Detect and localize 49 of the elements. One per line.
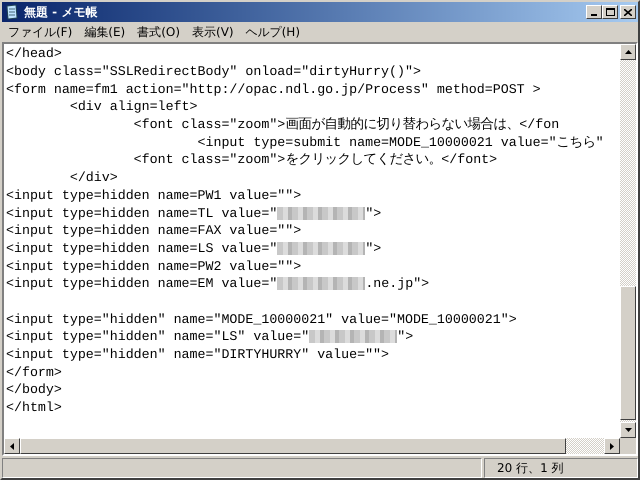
code-text: <input type=hidden name=EM value=" [6,275,278,292]
code-text: <input type=hidden name=PW1 value=""> [6,186,302,204]
code-text: </form> [6,364,62,381]
code-text: </div> [68,169,118,186]
code-text: <font class="zoom">画面が自動的に切り替わらない場合は、</fon [132,116,560,134]
up-arrow-icon [624,50,632,54]
minimize-button[interactable] [586,5,602,19]
menu-item[interactable]: ファイル(F) [2,23,78,41]
code-text: "> [397,328,414,346]
text-area[interactable] [4,44,620,438]
left-arrow-icon [10,442,14,450]
code-text: .ne.jp"> [365,275,430,292]
code-text: <input type="hidden" name="MODE_10000021" value="MODE_10000021"> [6,310,517,328]
close-icon [624,8,632,16]
code-text: <div align=left> [68,98,198,116]
cursor-position: 20 行、1 列 [497,460,564,477]
code-text: <input type=hidden name=PW2 value=""> [6,258,302,275]
code-text: <body class="SSLRedirectBody" onload="dirtyHurry()"> [6,63,421,80]
notepad-icon [4,4,20,20]
code-text: <input type=hidden name=TL value=" [6,204,278,222]
code-text: "> [365,240,382,257]
code-text: </html> [6,399,62,416]
code-text: <font class="zoom">をクリックしてください。</font> [132,151,498,168]
right-arrow-icon [610,442,614,450]
maximize-icon [606,8,614,16]
menu-item[interactable]: 表示(V) [186,23,240,41]
minimize-icon [591,14,597,16]
scroll-up-button[interactable] [620,44,636,60]
code-text: <input type=hidden name=LS value=" [6,240,278,257]
window-title: 無題 - メモ帳 [24,4,98,21]
vertical-scrollbar[interactable] [620,44,636,438]
code-text: <input type="hidden" name="LS" value=" [6,328,310,346]
menu-item[interactable]: ヘルプ(H) [240,23,306,41]
code-text: <input type=submit name=MODE_10000021 value="こちら" [196,134,604,151]
maximize-button[interactable] [602,5,618,19]
scroll-down-button[interactable] [620,422,636,438]
code-text: "> [365,204,382,222]
menu-item[interactable]: 編集(E) [78,23,132,41]
scroll-right-button[interactable] [604,438,620,454]
close-button[interactable] [620,5,636,19]
code-text: </body> [6,381,62,398]
down-arrow-icon [624,428,632,432]
code-text: </head> [6,45,62,62]
code-text: <form name=fm1 action="http://opac.ndl.go.jp/Process" method=POST > [6,80,541,98]
code-text: <input type=hidden name=FAX value=""> [6,222,302,240]
code-text: <input type="hidden" name="DIRTYHURRY" value=""> [6,346,390,364]
menu-item[interactable]: 書式(O) [131,23,186,41]
scroll-left-button[interactable] [4,438,20,454]
scroll-thumb[interactable] [620,286,636,420]
